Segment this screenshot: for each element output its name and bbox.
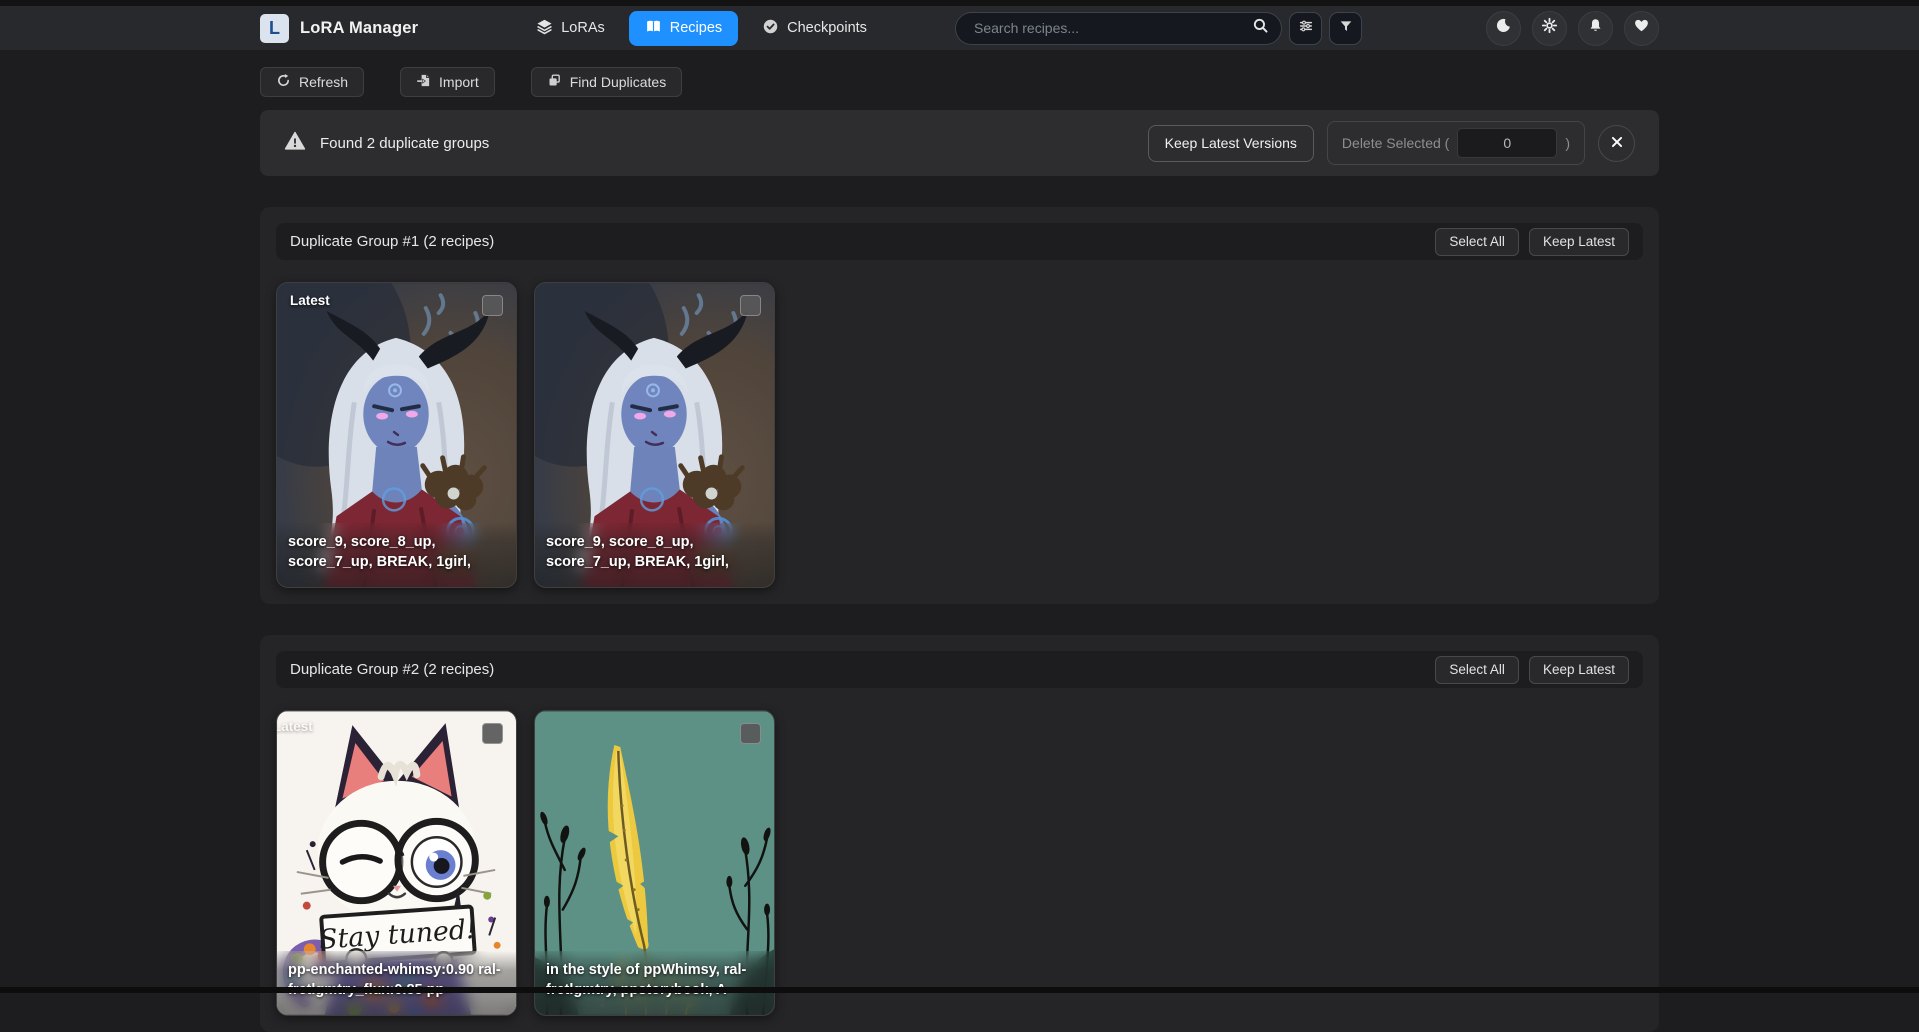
select-all-button[interactable]: Select All <box>1435 656 1519 684</box>
search-options-button[interactable] <box>1289 12 1322 45</box>
bell-icon <box>1587 17 1604 39</box>
navbar-actions <box>1486 11 1659 46</box>
check-circle-icon <box>762 18 779 39</box>
latest-badge: Latest <box>290 293 330 308</box>
recipe-card[interactable]: in the style of ppWhimsy, ral-frctlgmtry… <box>534 710 775 1016</box>
refresh-button[interactable]: Refresh <box>260 67 364 97</box>
duplicates-icon <box>547 73 562 91</box>
app-logo: L <box>260 14 289 43</box>
card-checkbox[interactable] <box>740 295 761 316</box>
duplicate-group-1: Duplicate Group #1 (2 recipes) Select Al… <box>260 207 1659 604</box>
latest-badge: Latest <box>276 719 313 734</box>
duplicates-alert: Found 2 duplicate groups Keep Latest Ver… <box>260 110 1659 176</box>
moon-icon <box>1495 17 1512 39</box>
refresh-icon <box>276 73 291 91</box>
search-area <box>955 12 1362 45</box>
card-checkbox[interactable] <box>482 295 503 316</box>
find-duplicates-label: Find Duplicates <box>570 74 667 90</box>
recipe-card[interactable]: score_9, score_8_up, score_7_up, BREAK, … <box>534 282 775 588</box>
toolbar: Refresh Import Find Duplicates <box>260 67 1659 97</box>
card-caption: pp-enchanted-whimsy:0.90 ral-frctlgmtry_… <box>277 951 516 1015</box>
tab-checkpoints[interactable]: Checkpoints <box>752 11 877 46</box>
favorites-button[interactable] <box>1624 11 1659 46</box>
tab-recipes[interactable]: Recipes <box>629 11 738 46</box>
brand: L LoRA Manager <box>260 14 418 43</box>
heart-icon <box>1633 17 1650 39</box>
import-label: Import <box>439 74 479 90</box>
card-checkbox[interactable] <box>740 723 761 744</box>
layers-icon <box>536 18 553 39</box>
duplicate-group-2: Duplicate Group #2 (2 recipes) Select Al… <box>260 635 1659 1032</box>
close-icon <box>1610 135 1624 152</box>
book-icon <box>645 18 662 39</box>
card-caption: score_9, score_8_up, score_7_up, BREAK, … <box>535 523 774 587</box>
main-content: Refresh Import Find Duplicates Found 2 d… <box>260 67 1659 1032</box>
gear-icon <box>1541 17 1558 39</box>
find-duplicates-button[interactable]: Find Duplicates <box>531 67 683 97</box>
search-box <box>955 12 1282 45</box>
cards-row: Stay tuned! Latest pp-enchanted-whimsy:0… <box>276 710 1643 1016</box>
main-nav: LoRAs Recipes Checkpoints <box>526 11 877 46</box>
delete-selected-prefix: Delete Selected ( <box>1342 135 1449 151</box>
recipe-card[interactable]: Stay tuned! Latest pp-enchanted-whimsy:0… <box>276 710 517 1016</box>
window-bottom-edge <box>0 987 1919 993</box>
group-title: Duplicate Group #2 (2 recipes) <box>290 661 494 678</box>
search-icon[interactable] <box>1252 17 1269 39</box>
keep-latest-button[interactable]: Keep Latest <box>1529 228 1629 256</box>
settings-button[interactable] <box>1532 11 1567 46</box>
card-caption: score_9, score_8_up, score_7_up, BREAK, … <box>277 523 516 587</box>
keep-latest-versions-button[interactable]: Keep Latest Versions <box>1148 125 1314 162</box>
search-input[interactable] <box>972 19 1252 37</box>
tab-label: LoRAs <box>561 20 605 36</box>
sliders-icon <box>1298 18 1314 39</box>
delete-count-input[interactable] <box>1457 128 1557 158</box>
cards-row: Latest score_9, score_8_up, score_7_up, … <box>276 282 1643 588</box>
warning-icon <box>284 130 306 156</box>
close-alert-button[interactable] <box>1598 125 1635 162</box>
filter-button[interactable] <box>1329 12 1362 45</box>
keep-latest-button[interactable]: Keep Latest <box>1529 656 1629 684</box>
notifications-button[interactable] <box>1578 11 1613 46</box>
refresh-label: Refresh <box>299 74 348 90</box>
import-button[interactable]: Import <box>400 67 495 97</box>
navbar: L LoRA Manager LoRAs Recipes Checkpoin <box>0 6 1919 50</box>
group-title: Duplicate Group #1 (2 recipes) <box>290 233 494 250</box>
delete-selected-button[interactable]: Delete Selected ( ) <box>1327 121 1585 165</box>
tab-label: Recipes <box>670 20 722 36</box>
select-all-button[interactable]: Select All <box>1435 228 1519 256</box>
theme-toggle-button[interactable] <box>1486 11 1521 46</box>
tab-loras[interactable]: LoRAs <box>526 11 615 46</box>
app-title: LoRA Manager <box>300 19 418 38</box>
group-header: Duplicate Group #2 (2 recipes) Select Al… <box>276 651 1643 688</box>
import-icon <box>416 73 431 91</box>
funnel-icon <box>1338 18 1354 39</box>
card-caption: in the style of ppWhimsy, ral-frctlgmtry… <box>535 951 774 1015</box>
card-checkbox[interactable] <box>482 723 503 744</box>
group-header: Duplicate Group #1 (2 recipes) Select Al… <box>276 223 1643 260</box>
alert-message: Found 2 duplicate groups <box>320 135 489 152</box>
tab-label: Checkpoints <box>787 20 867 36</box>
recipe-card[interactable]: Latest score_9, score_8_up, score_7_up, … <box>276 282 517 588</box>
delete-selected-suffix: ) <box>1565 135 1570 151</box>
